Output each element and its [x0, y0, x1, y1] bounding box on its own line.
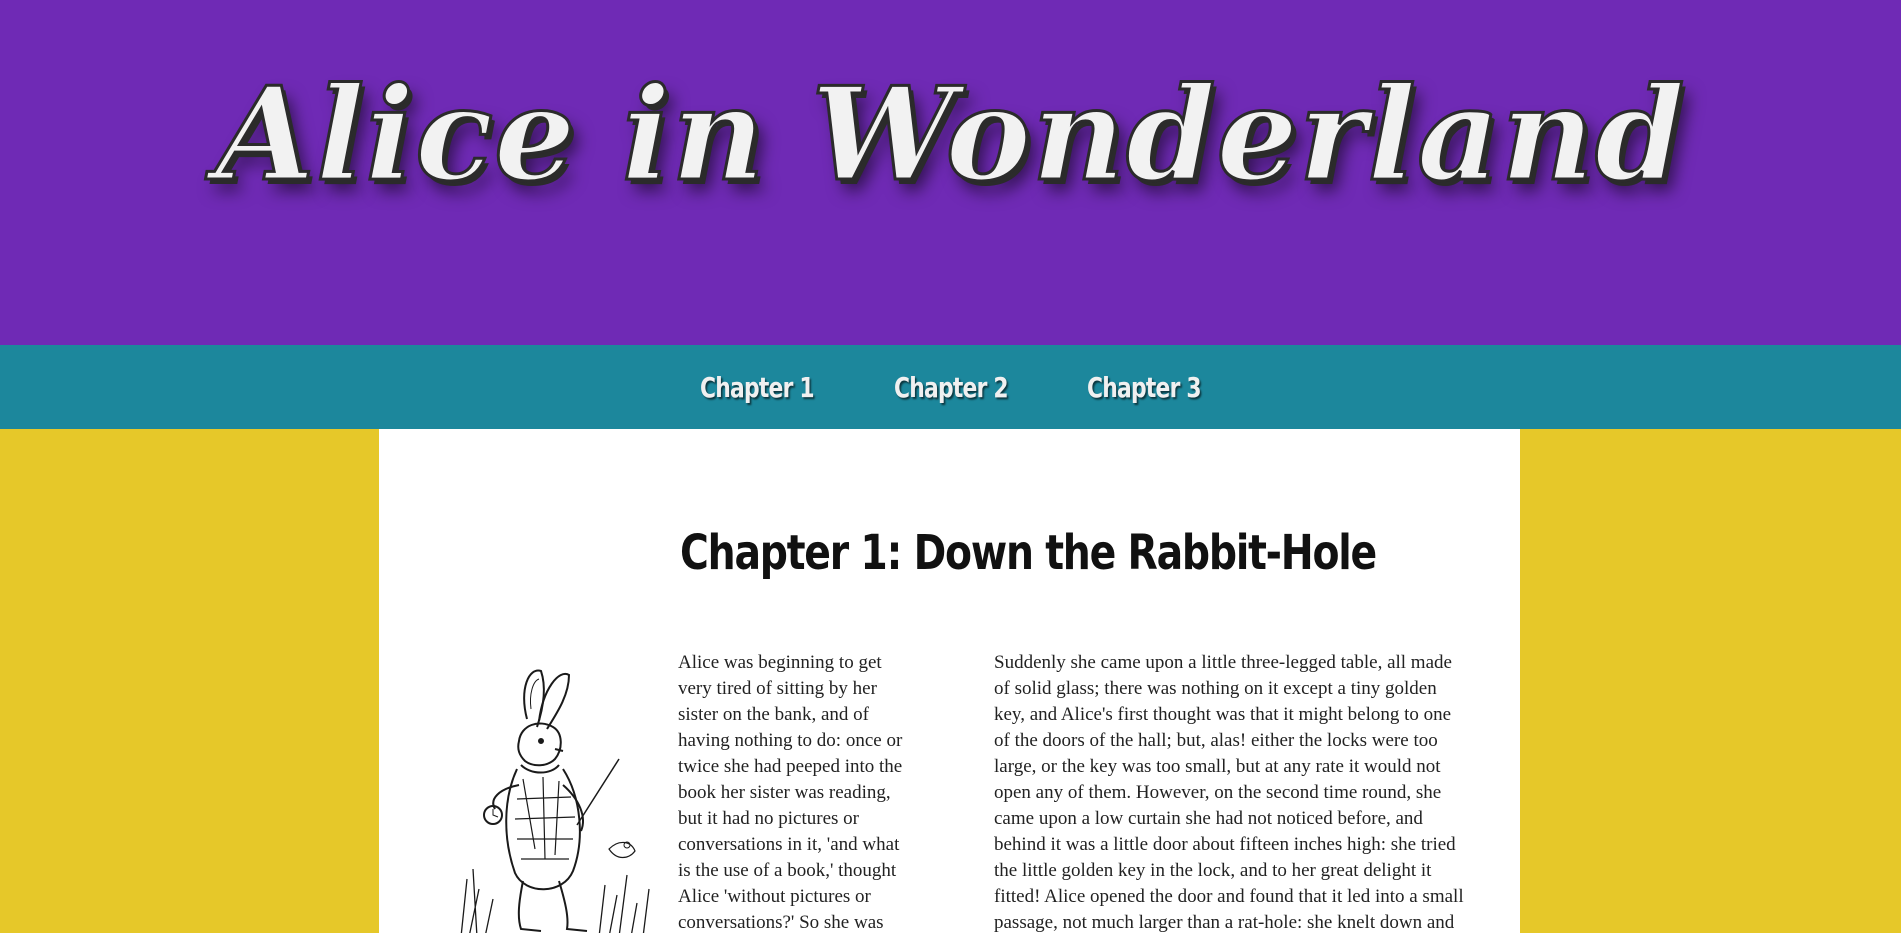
site-header: Alice in Wonderland [0, 0, 1901, 345]
white-rabbit-illustration [460, 669, 650, 933]
chapter-content: Chapter 1: Down the Rabbit-Hole Alice wa… [379, 429, 1520, 933]
nav-link-chapter-2[interactable]: Chapter 2 [894, 371, 1009, 404]
chapter-text-left: Alice was beginning to get very tired of… [678, 652, 903, 933]
site-title: Alice in Wonderland [214, 59, 1686, 212]
chapter-text-right: Suddenly she came upon a little three-le… [994, 652, 1464, 933]
nav-link-chapter-3[interactable]: Chapter 3 [1087, 371, 1202, 404]
chapter-title: Chapter 1: Down the Rabbit-Hole [680, 525, 1377, 581]
nav-link-chapter-1[interactable]: Chapter 1 [700, 371, 815, 404]
chapter-nav: Chapter 1 Chapter 2 Chapter 3 [0, 345, 1901, 429]
